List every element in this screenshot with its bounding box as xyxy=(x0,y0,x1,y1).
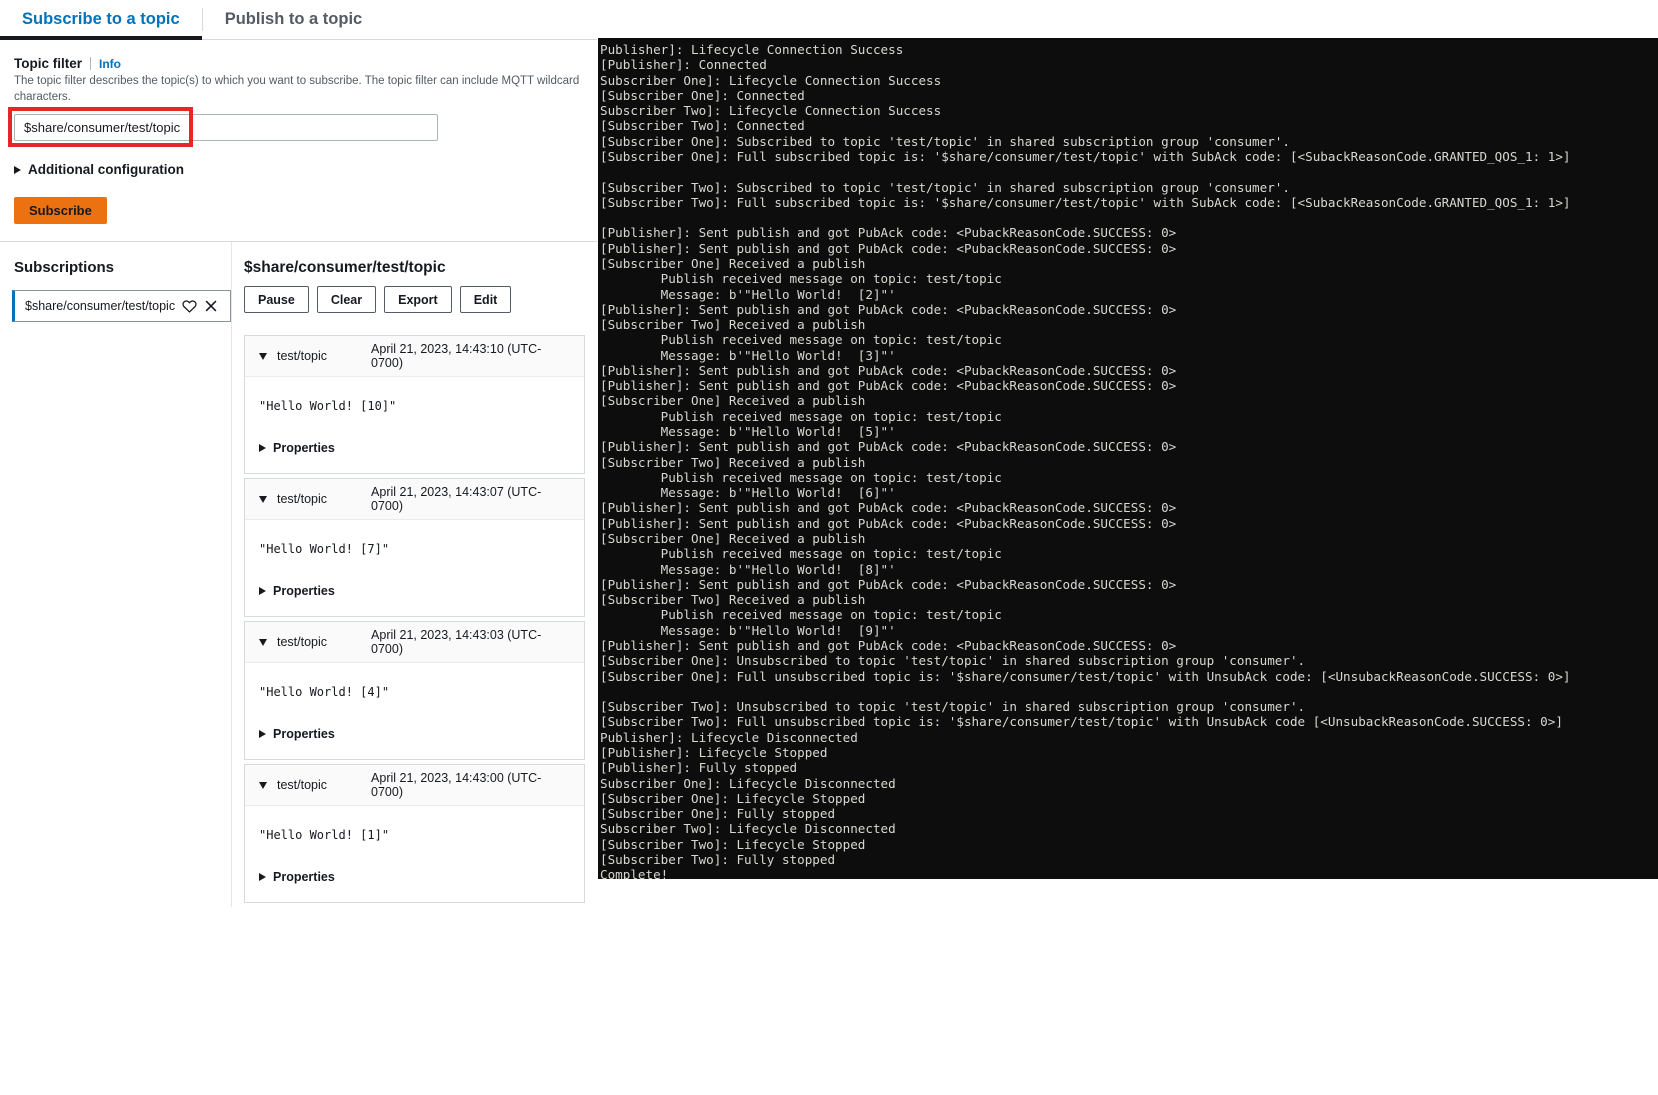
messages-heading: $share/consumer/test/topic xyxy=(244,242,585,286)
terminal-log-text: Publisher]: Lifecycle Connection Success… xyxy=(598,42,1658,879)
message-header[interactable]: test/topic April 21, 2023, 14:43:00 (UTC… xyxy=(245,765,584,806)
info-link[interactable]: Info xyxy=(99,57,121,71)
message-properties-label: Properties xyxy=(273,441,335,455)
message-timestamp: April 21, 2023, 14:43:03 (UTC-0700) xyxy=(371,628,570,656)
message-properties-toggle[interactable]: Properties xyxy=(259,699,570,759)
message-header[interactable]: test/topic April 21, 2023, 14:43:03 (UTC… xyxy=(245,622,584,663)
chevron-right-icon xyxy=(259,873,266,881)
message-card: test/topic April 21, 2023, 14:43:03 (UTC… xyxy=(244,621,585,760)
heart-icon[interactable] xyxy=(182,299,197,313)
message-body: "Hello World! [10]" Properties xyxy=(245,377,584,473)
subscriptions-column: Subscriptions $share/consumer/test/topic xyxy=(0,242,232,907)
message-topic: test/topic xyxy=(277,492,327,506)
messages-toolbar: Pause Clear Export Edit xyxy=(244,286,585,313)
topic-filter-label: Topic filter xyxy=(14,56,82,71)
message-card: test/topic April 21, 2023, 14:43:10 (UTC… xyxy=(244,335,585,474)
message-timestamp: April 21, 2023, 14:43:00 (UTC-0700) xyxy=(371,771,570,799)
message-properties-label: Properties xyxy=(273,584,335,598)
additional-configuration-toggle[interactable]: Additional configuration xyxy=(14,162,583,177)
message-properties-label: Properties xyxy=(273,870,335,884)
message-payload: "Hello World! [10]" xyxy=(259,399,570,413)
chevron-down-icon xyxy=(259,639,267,646)
pause-button-label: Pause xyxy=(258,293,295,307)
message-header[interactable]: test/topic April 21, 2023, 14:43:07 (UTC… xyxy=(245,479,584,520)
message-payload: "Hello World! [4]" xyxy=(259,685,570,699)
message-card: test/topic April 21, 2023, 14:43:00 (UTC… xyxy=(244,764,585,903)
subscriptions-title: Subscriptions xyxy=(0,242,231,290)
topic-filter-input-wrap xyxy=(14,114,438,141)
message-body: "Hello World! [1]" Properties xyxy=(245,806,584,902)
topic-filter-form: Topic filter Info The topic filter descr… xyxy=(0,40,597,224)
message-topic: test/topic xyxy=(277,778,327,792)
mqtt-test-client-panel: Subscribe to a topic Publish to a topic … xyxy=(0,0,597,1095)
tab-label: Publish to a topic xyxy=(225,10,363,29)
subscribe-button[interactable]: Subscribe xyxy=(14,197,107,224)
message-body: "Hello World! [7]" Properties xyxy=(245,520,584,616)
chevron-right-icon xyxy=(259,587,266,595)
export-button[interactable]: Export xyxy=(384,286,452,313)
tab-subscribe-to-a-topic[interactable]: Subscribe to a topic xyxy=(0,0,202,39)
subscription-list-item[interactable]: $share/consumer/test/topic xyxy=(12,290,231,322)
message-topic: test/topic xyxy=(277,349,327,363)
message-payload: "Hello World! [7]" xyxy=(259,542,570,556)
chevron-down-icon xyxy=(259,496,267,503)
message-properties-toggle[interactable]: Properties xyxy=(259,413,570,473)
edit-button[interactable]: Edit xyxy=(460,286,512,313)
message-topic: test/topic xyxy=(277,635,327,649)
message-properties-label: Properties xyxy=(273,727,335,741)
topic-filter-input[interactable] xyxy=(14,114,438,141)
subscriptions-split: Subscriptions $share/consumer/test/topic… xyxy=(0,242,597,907)
chevron-right-icon xyxy=(259,730,266,738)
chevron-down-icon xyxy=(259,353,267,360)
clear-button[interactable]: Clear xyxy=(317,286,376,313)
pause-button[interactable]: Pause xyxy=(244,286,309,313)
chevron-right-icon xyxy=(14,166,21,174)
message-card: test/topic April 21, 2023, 14:43:07 (UTC… xyxy=(244,478,585,617)
message-list: test/topic April 21, 2023, 14:43:10 (UTC… xyxy=(244,335,585,903)
message-body: "Hello World! [4]" Properties xyxy=(245,663,584,759)
terminal-output-panel[interactable]: Publisher]: Lifecycle Connection Success… xyxy=(598,38,1658,879)
chevron-down-icon xyxy=(259,782,267,789)
tab-bar: Subscribe to a topic Publish to a topic xyxy=(0,0,597,40)
additional-configuration-label: Additional configuration xyxy=(28,162,184,177)
close-icon[interactable] xyxy=(204,299,218,313)
message-timestamp: April 21, 2023, 14:43:10 (UTC-0700) xyxy=(371,342,570,370)
message-header[interactable]: test/topic April 21, 2023, 14:43:10 (UTC… xyxy=(245,336,584,377)
edit-button-label: Edit xyxy=(474,293,498,307)
message-properties-toggle[interactable]: Properties xyxy=(259,842,570,902)
topic-filter-label-row: Topic filter Info xyxy=(14,56,583,71)
message-properties-toggle[interactable]: Properties xyxy=(259,556,570,616)
export-button-label: Export xyxy=(398,293,438,307)
messages-column: $share/consumer/test/topic Pause Clear E… xyxy=(232,242,597,907)
clear-button-label: Clear xyxy=(331,293,362,307)
message-timestamp: April 21, 2023, 14:43:07 (UTC-0700) xyxy=(371,485,570,513)
message-payload: "Hello World! [1]" xyxy=(259,828,570,842)
subscription-label: $share/consumer/test/topic xyxy=(25,299,175,313)
subscribe-button-label: Subscribe xyxy=(29,203,92,218)
topic-filter-description: The topic filter describes the topic(s) … xyxy=(14,74,583,105)
chevron-right-icon xyxy=(259,444,266,452)
label-separator xyxy=(90,57,91,70)
tab-label: Subscribe to a topic xyxy=(22,10,180,29)
tab-publish-to-a-topic[interactable]: Publish to a topic xyxy=(203,0,385,39)
